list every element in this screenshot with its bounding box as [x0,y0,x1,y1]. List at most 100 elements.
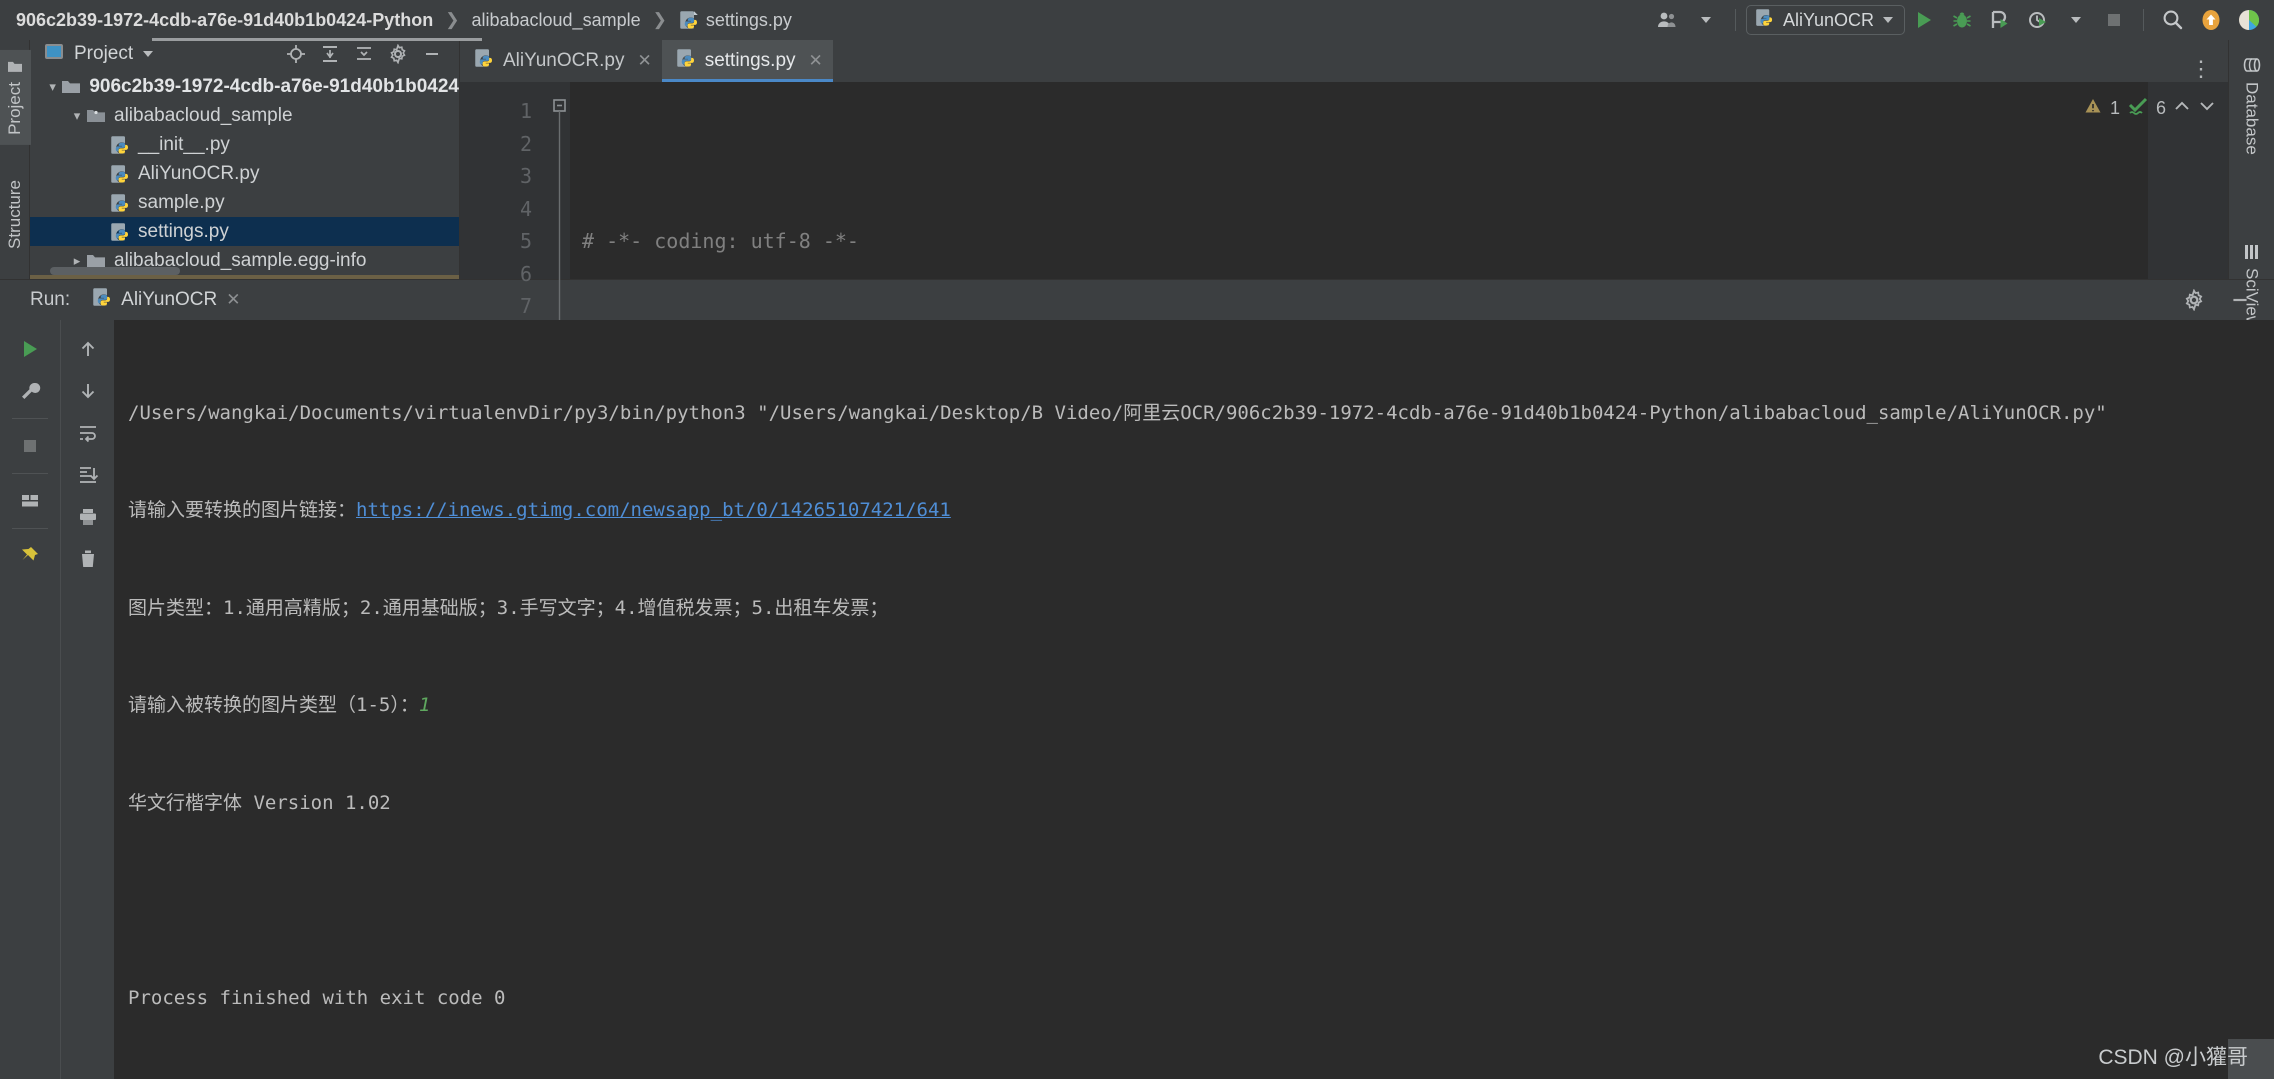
chevron-up-icon[interactable] [2173,97,2191,120]
arrow-up-icon[interactable] [68,330,108,368]
stop-square-icon[interactable] [2095,4,2133,36]
project-tree[interactable]: ▾ 906c2b39-1972-4cdb-a76e-91d40b1b0424 ▾… [30,68,459,279]
tree-item-project-root[interactable]: ▾ 906c2b39-1972-4cdb-a76e-91d40b1b0424 [30,72,459,101]
right-tool-strip: Database SciView [2228,40,2274,328]
wrench-icon[interactable] [10,372,50,410]
expand-all-icon[interactable] [315,40,345,68]
print-icon[interactable] [68,498,108,536]
ide-feature-icon[interactable] [2230,4,2268,36]
console-line-command: /Users/wangkai/Documents/virtualenvDir/p… [128,401,2107,424]
tree-item-label: 906c2b39-1972-4cdb-a76e-91d40b1b0424 [89,75,459,97]
minimize-icon[interactable] [417,40,447,68]
python-file-icon [92,287,112,313]
breadcrumb-project[interactable]: 906c2b39-1972-4cdb-a76e-91d40b1b0424-Pyt… [16,10,433,31]
watermark: CSDN @小獾哥 [2098,1046,2248,1069]
profile-dropdown-icon[interactable] [2057,4,2095,36]
database-icon [2242,56,2262,74]
tree-item-settings-py[interactable]: settings.py [30,217,459,246]
breadcrumb-file[interactable]: settings.py [706,10,792,31]
python-file-icon [110,164,130,184]
chevron-down-icon[interactable]: ▾ [44,79,61,95]
tree-item-init-py[interactable]: __init__.py [30,130,459,159]
run-panel-body: /Users/wangkai/Documents/virtualenvDir/p… [0,319,2274,1079]
console-line-prompt-link: 请输入要转换的图片链接：https://inews.gtimg.com/news… [128,494,2274,527]
collapse-all-icon[interactable] [349,40,379,68]
close-icon[interactable]: ✕ [226,290,240,310]
source-folder-icon [86,108,106,124]
stop-square-icon[interactable] [10,427,50,465]
project-tab-label: Project [4,82,24,135]
left-tool-strip: Project Structure [0,40,31,279]
chevron-down-icon [1883,17,1893,23]
inspection-gutter: 1 6 [2085,82,2228,654]
console-link[interactable]: https://inews.gtimg.com/newsapp_bt/0/142… [356,499,951,521]
top-toolbar: 906c2b39-1972-4cdb-a76e-91d40b1b0424-Pyt… [0,0,2274,40]
chevron-down-icon[interactable] [2198,97,2216,120]
toolbar-divider [12,527,48,529]
trash-icon[interactable] [68,540,108,578]
avatar-dropdown-icon[interactable] [1687,4,1725,36]
run-coverage-icon[interactable] [1981,4,2019,36]
locate-target-icon[interactable] [281,40,311,68]
run-tab-aliyunocr[interactable]: AliYunOCR ✕ [84,287,248,313]
gear-icon[interactable] [383,40,413,68]
close-icon[interactable]: ✕ [637,51,651,71]
project-panel-header: Project [30,40,459,68]
tab-settings-py[interactable]: settings.py ✕ [661,40,833,82]
tree-item-label: alibabacloud_sample [114,104,293,126]
sidebar-tab-database[interactable]: Database [2236,48,2268,163]
more-options-icon[interactable]: ⋮ [2190,56,2214,82]
code-editor[interactable]: 1 2 3 4 5 6 7 8 9 10 11 12 13 14 15 [460,82,2228,654]
line-number: 1 [519,99,532,123]
debug-bug-icon[interactable] [1943,4,1981,36]
editor-area: AliYunOCR.py ✕ settings.py ✕ ⋮ 1 2 3 4 5… [460,40,2228,654]
chevron-down-icon[interactable] [143,51,154,57]
scroll-to-end-icon[interactable] [68,456,108,494]
close-icon[interactable]: ✕ [809,51,823,71]
run-tab-underline [152,38,482,41]
toolbar-actions: AliYunOCR [1649,4,2274,36]
inspection-widget[interactable]: 1 6 [2083,96,2216,121]
update-arrow-icon[interactable] [2192,4,2230,36]
arrow-down-icon[interactable] [68,372,108,410]
breadcrumb: 906c2b39-1972-4cdb-a76e-91d40b1b0424-Pyt… [16,10,792,31]
run-configuration-label: AliYunOCR [1782,9,1874,30]
tree-item-aliyunocr-py[interactable]: AliYunOCR.py [30,159,459,188]
chevron-down-icon[interactable]: ▾ [68,108,86,124]
console-line-empty [128,884,2274,917]
code-content[interactable]: # -*- coding: utf-8 -*- # @Time : 2023/1… [570,82,2148,279]
console-line-result: 华文行楷字体 Version 1.02 [128,791,391,814]
user-avatar-icon[interactable] [1649,4,1687,36]
tree-item-venv[interactable]: ▸ venv [30,275,459,279]
gear-icon[interactable] [2174,281,2214,319]
layout-icon[interactable] [10,482,50,520]
search-icon[interactable] [2154,4,2192,36]
tab-aliyunocr-py[interactable]: AliYunOCR.py ✕ [460,40,662,82]
toolbar-divider [12,417,48,419]
run-panel-header: Run: AliYunOCR ✕ [0,280,2274,320]
toolbar-divider [1734,9,1736,31]
code-folding-gutter[interactable] [542,82,570,391]
tree-item-label: __init__.py [138,133,230,155]
run-configuration-selector[interactable]: AliYunOCR [1745,5,1905,35]
tree-item-alibabacloud-sample[interactable]: ▾ alibabacloud_sample [30,101,459,130]
code-line: # -*- coding: utf-8 -*- [582,229,859,253]
python-file-icon [474,48,494,74]
project-horizontal-scrollbar[interactable] [50,266,180,275]
pycharm-window: 906c2b39-1972-4cdb-a76e-91d40b1b0424-Pyt… [0,0,2274,1079]
line-number: 4 [519,196,532,221]
python-file-icon [110,222,130,242]
sidebar-tab-structure[interactable]: Structure [0,170,31,259]
tree-item-label: settings.py [138,220,229,242]
console-line-prompt-type: 请输入被转换的图片类型（1-5）：1 [128,689,2274,722]
profile-clock-icon[interactable] [2019,4,2057,36]
soft-wrap-icon[interactable] [68,414,108,452]
run-icon[interactable] [10,330,50,368]
run-icon[interactable] [1905,4,1943,36]
breadcrumb-folder[interactable]: alibabacloud_sample [471,10,640,31]
pin-icon[interactable] [10,537,50,575]
run-toolbar-left [0,320,60,1079]
tree-item-sample-py[interactable]: sample.py [30,188,459,217]
sidebar-tab-project[interactable]: Project [0,50,31,145]
console-output[interactable]: /Users/wangkai/Documents/virtualenvDir/p… [114,319,2274,1079]
